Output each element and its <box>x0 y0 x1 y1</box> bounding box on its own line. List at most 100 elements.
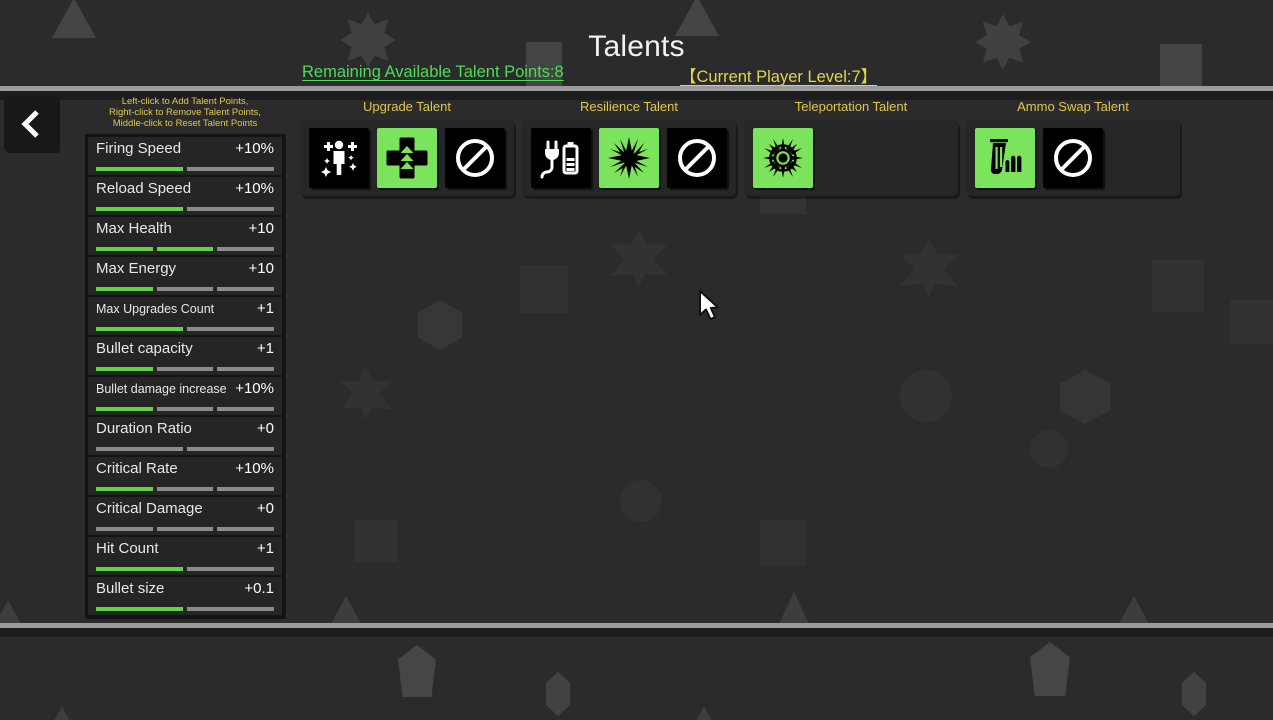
stats-list: Firing Speed +10% Reload Speed +10% Max Heal… <box>85 134 285 618</box>
stat-label: Bullet damage increase <box>96 382 227 396</box>
stat-progress-segment <box>96 247 153 251</box>
stat-label: Hit Count <box>96 540 159 557</box>
talent-slot[interactable] <box>667 128 727 188</box>
stat-progress-bar <box>96 527 275 531</box>
stat-progress-segment <box>156 287 214 291</box>
talent-slot[interactable] <box>1043 128 1103 188</box>
talent-slot-empty <box>889 128 949 188</box>
stat-label: Critical Damage <box>96 500 203 517</box>
stat-value: +1 <box>256 300 274 317</box>
stat-value: +10% <box>235 380 274 397</box>
talent-slot[interactable] <box>753 128 813 188</box>
stat-progress-bar <box>96 367 275 371</box>
talent-group-title: Resilience Talent <box>579 99 679 114</box>
stat-label: Max Energy <box>96 260 177 277</box>
talent-group-title: Ammo Swap Talent <box>1017 99 1129 114</box>
talent-slot[interactable] <box>599 128 659 188</box>
stat-progress-segment <box>217 247 275 251</box>
stat-progress-segment <box>217 407 275 411</box>
stat-progress-segment <box>96 367 153 371</box>
game-screen: Talents Remaining Available Talent Point… <box>0 0 1273 720</box>
stat-row[interactable]: Bullet capacity +1 <box>88 337 282 375</box>
stat-progress-segment <box>217 287 275 291</box>
talent-group: Ammo Swap Talent <box>966 98 1180 196</box>
stat-progress-segment <box>156 527 214 531</box>
talent-slot-empty <box>1111 128 1171 188</box>
talent-slot-row <box>966 120 1180 196</box>
stat-row[interactable]: Critical Rate +10% <box>88 457 282 495</box>
talent-slot[interactable] <box>445 128 505 188</box>
stat-row[interactable]: Max Health +10 <box>88 217 282 255</box>
talent-slot-row <box>522 120 736 196</box>
mouse-cursor <box>698 290 724 329</box>
bottom-divider-shadow <box>0 628 1273 637</box>
stat-progress-segment <box>156 487 214 491</box>
talent-slot-empty <box>821 128 881 188</box>
battery-plug-icon <box>539 136 583 180</box>
stat-progress-segment <box>187 167 274 171</box>
stat-value: +10% <box>235 140 274 157</box>
stat-progress-segment <box>156 247 214 251</box>
stat-progress-segment <box>96 607 183 611</box>
header: Talents Remaining Available Talent Point… <box>0 0 1273 86</box>
stat-progress-bar <box>96 287 275 291</box>
stat-progress-segment <box>96 407 153 411</box>
stat-progress-segment <box>217 527 275 531</box>
talent-group: Upgrade Talent <box>300 98 514 196</box>
stat-progress-segment <box>96 207 183 211</box>
sparkle-person-icon <box>317 136 361 180</box>
stat-progress-bar <box>96 447 274 451</box>
stat-progress-bar <box>96 607 274 611</box>
talent-slot[interactable] <box>309 128 369 188</box>
stat-label: Max Upgrades Count <box>96 302 215 316</box>
stat-value: +1 <box>256 540 274 557</box>
stat-progress-segment <box>96 527 153 531</box>
talent-group: Resilience Talent <box>522 98 736 196</box>
stat-row[interactable]: Hit Count +1 <box>88 537 282 575</box>
stat-row[interactable]: Reload Speed +10% <box>88 177 282 215</box>
current-player-level: 【Current Player Level:7】 <box>680 68 878 86</box>
stat-progress-segment <box>187 327 274 331</box>
stat-label: Bullet size <box>96 580 165 597</box>
stat-row[interactable]: Max Upgrades Count +1 <box>88 297 282 335</box>
stat-progress-segment <box>187 207 274 211</box>
stat-progress-segment <box>187 567 274 571</box>
stat-row[interactable]: Firing Speed +10% <box>88 137 282 175</box>
stat-progress-bar <box>96 247 275 251</box>
talent-slot[interactable] <box>531 128 591 188</box>
talent-slot[interactable] <box>377 128 437 188</box>
stat-progress-bar <box>96 167 274 171</box>
talent-group-title: Teleportation Talent <box>794 99 908 114</box>
stat-progress-segment <box>156 367 214 371</box>
stat-value: +0 <box>256 500 274 517</box>
talent-slot-row <box>300 120 514 196</box>
stat-label: Max Health <box>96 220 172 237</box>
stat-value: +10% <box>235 180 274 197</box>
back-button[interactable] <box>4 96 58 151</box>
stat-label: Firing Speed <box>96 140 182 157</box>
stats-hint: Left-click to Add Talent Points, Right-c… <box>109 96 261 129</box>
stat-progress-bar <box>96 327 274 331</box>
stat-row[interactable]: Bullet damage increase +10% <box>88 377 282 415</box>
stat-row[interactable]: Duration Ratio +0 <box>88 417 282 455</box>
stat-row[interactable]: Bullet size +0.1 <box>88 577 282 615</box>
stat-progress-bar <box>96 207 274 211</box>
spiked-portal-icon <box>761 136 805 180</box>
stat-label: Critical Rate <box>96 460 178 477</box>
talent-group: Teleportation Talent <box>744 98 958 196</box>
stat-row[interactable]: Critical Damage +0 <box>88 497 282 535</box>
stat-value: +10% <box>235 460 274 477</box>
talent-groups: Upgrade Talent Resilience Talent Teleporta… <box>300 98 1180 196</box>
no-entry-icon <box>453 136 497 180</box>
stat-value: +10 <box>248 220 274 237</box>
stat-row[interactable]: Max Energy +10 <box>88 257 282 295</box>
burst-star-icon <box>607 136 651 180</box>
talent-slot[interactable] <box>975 128 1035 188</box>
chevron-left-icon <box>20 109 42 139</box>
stats-panel: Left-click to Add Talent Points, Right-c… <box>85 94 285 618</box>
stat-progress-segment <box>96 167 183 171</box>
stat-progress-segment <box>96 447 183 451</box>
stat-value: +10 <box>248 260 274 277</box>
stat-progress-bar <box>96 567 274 571</box>
stat-progress-segment <box>96 287 153 291</box>
